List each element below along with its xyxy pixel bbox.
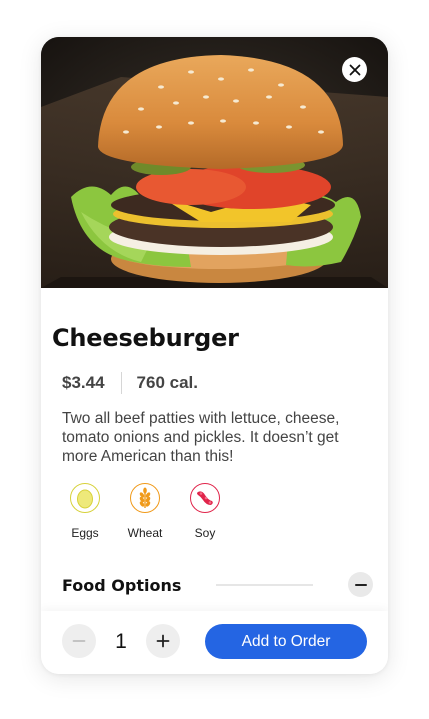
product-calories: 760 cal. bbox=[136, 373, 198, 392]
product-title: Cheeseburger bbox=[52, 324, 239, 352]
product-image bbox=[41, 37, 388, 288]
allergen-eggs: Eggs bbox=[62, 483, 108, 540]
allergen-label: Wheat bbox=[127, 526, 163, 540]
food-options-header[interactable]: Food Options bbox=[62, 572, 373, 598]
quantity-value: 1 bbox=[115, 630, 127, 653]
order-footer: 1 Add to Order bbox=[41, 611, 388, 674]
options-divider bbox=[216, 584, 313, 586]
decrease-quantity-button[interactable] bbox=[62, 624, 96, 658]
product-description: Two all beef patties with lettuce, chees… bbox=[62, 410, 340, 465]
soy-icon bbox=[190, 483, 220, 513]
cheeseburger-photo bbox=[41, 37, 388, 288]
close-button[interactable] bbox=[342, 57, 367, 82]
egg-icon bbox=[70, 483, 100, 513]
allergen-label: Soy bbox=[194, 526, 216, 540]
food-options-title: Food Options bbox=[62, 575, 182, 595]
product-card: Cheeseburger $3.44 760 cal. Two all beef… bbox=[41, 37, 388, 674]
allergen-soy: Soy bbox=[182, 483, 228, 540]
add-to-order-button[interactable]: Add to Order bbox=[205, 624, 367, 659]
allergen-label: Eggs bbox=[71, 526, 99, 540]
minus-icon bbox=[72, 640, 86, 642]
meta-divider bbox=[120, 372, 122, 394]
product-price: $3.44 bbox=[62, 373, 105, 392]
wheat-icon bbox=[130, 483, 160, 513]
product-meta: $3.44 760 cal. bbox=[62, 372, 198, 394]
close-icon bbox=[349, 64, 360, 75]
allergen-list: Eggs Wheat Soy bbox=[62, 483, 242, 540]
allergen-wheat: Wheat bbox=[122, 483, 168, 540]
minus-icon bbox=[354, 583, 367, 586]
collapse-options-button[interactable] bbox=[348, 572, 373, 597]
increase-quantity-button[interactable] bbox=[146, 624, 180, 658]
plus-icon bbox=[156, 634, 170, 648]
